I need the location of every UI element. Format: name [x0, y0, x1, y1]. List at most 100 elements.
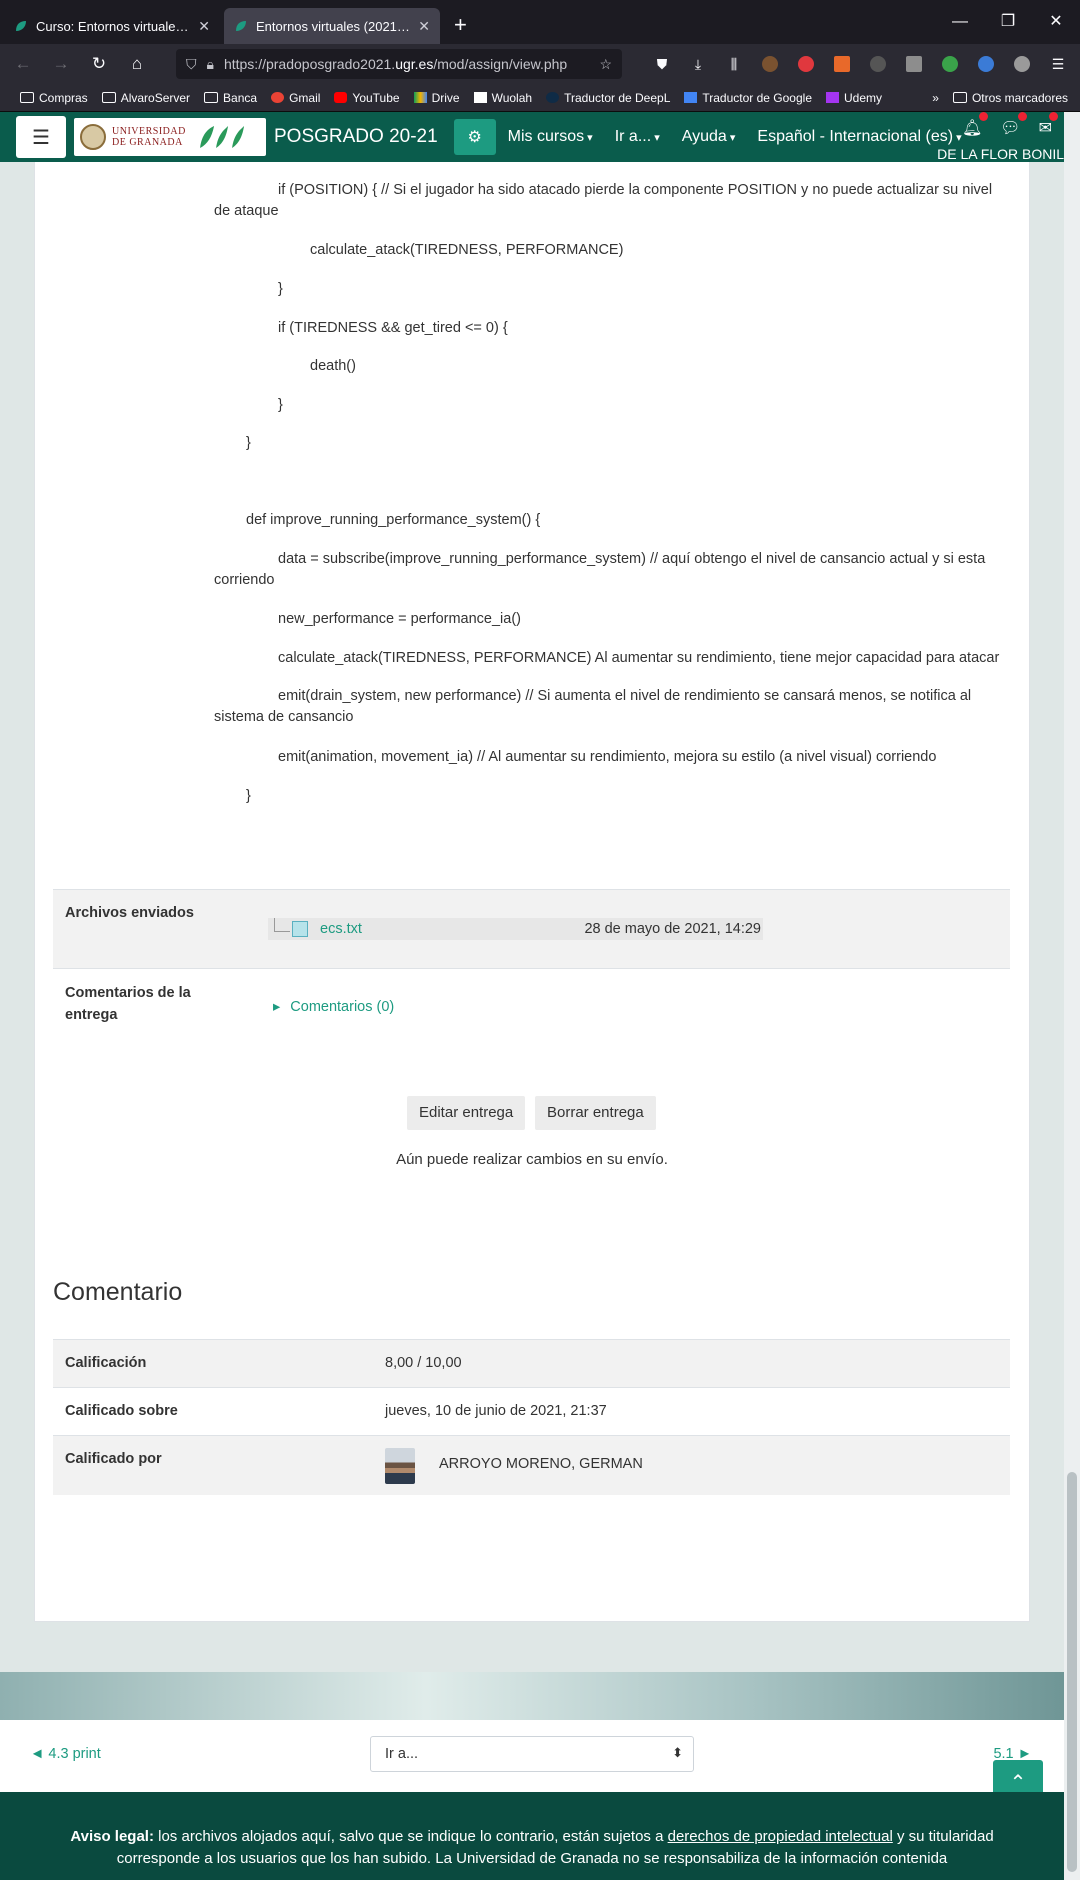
- download-icon[interactable]: ⤓: [682, 49, 714, 79]
- new-tab-icon[interactable]: +: [454, 12, 467, 38]
- comments-toggle-link[interactable]: Comentarios (0): [273, 999, 394, 1015]
- menu-language[interactable]: Español - Internacional (es): [757, 128, 961, 146]
- pocket-icon[interactable]: ⛊: [646, 49, 678, 79]
- browser-tab-bar: Curso: Entornos virtuales - 2021 ✕ Entor…: [0, 0, 1080, 44]
- forward-icon[interactable]: →: [44, 49, 78, 79]
- folder-icon: [101, 92, 116, 103]
- folder-icon: [20, 92, 34, 103]
- prado-logo-icon: [199, 126, 244, 148]
- browser-tab-active[interactable]: Entornos virtuales (2021)-M502 ✕: [224, 8, 440, 44]
- bookmarks-bar: Compras AlvaroServer Banca Gmail YouTube…: [0, 84, 1080, 112]
- bookmark-item[interactable]: Wuolah: [473, 91, 532, 105]
- minimize-icon[interactable]: —: [936, 0, 984, 44]
- submission-note: Aún puede realizar cambios en su envío.: [396, 1151, 668, 1168]
- graded-on-label: Calificado sobre: [65, 1403, 178, 1419]
- messages-icon[interactable]: 💬︎: [1000, 112, 1027, 138]
- graded-on-row: Calificado sobre jueves, 10 de junio de …: [53, 1387, 1010, 1435]
- bookmark-item[interactable]: Traductor de Google: [684, 91, 812, 105]
- gear-icon[interactable]: ⚙: [453, 119, 496, 155]
- menu-help[interactable]: Ayuda: [682, 128, 736, 146]
- bookmark-item[interactable]: Banca: [204, 91, 257, 105]
- extension-icon[interactable]: [754, 49, 786, 79]
- footer-legal: Aviso legal: los archivos alojados aquí,…: [0, 1792, 1064, 1880]
- file-link[interactable]: ecs.txt: [320, 921, 362, 937]
- extension-icon[interactable]: [898, 49, 930, 79]
- site-name[interactable]: POSGRADO 20-21: [274, 126, 438, 148]
- submission-comments-row: Comentarios de la entrega Comentarios (0…: [53, 968, 1010, 1040]
- drive-icon: [413, 92, 427, 103]
- menu-icon[interactable]: ☰: [1042, 49, 1074, 79]
- restore-icon[interactable]: ❐: [984, 0, 1032, 44]
- menu-go-to[interactable]: Ir a...: [615, 128, 660, 146]
- jump-to-select[interactable]: Ir a...: [370, 1736, 694, 1772]
- code-line: emit(animation, movement_ia) // Al aumen…: [278, 749, 937, 765]
- back-icon[interactable]: ←: [6, 49, 40, 79]
- grader-name[interactable]: ARROYO MORENO, GERMAN: [439, 1456, 643, 1472]
- browser-tab[interactable]: Curso: Entornos virtuales - 2021 ✕: [4, 8, 220, 44]
- close-tab-icon[interactable]: ✕: [418, 18, 430, 35]
- extension-icon[interactable]: [934, 49, 966, 79]
- ip-rights-link[interactable]: derechos de propiedad intelectual: [668, 1828, 893, 1845]
- bookmark-item[interactable]: AlvaroServer: [101, 91, 190, 105]
- leaf-icon: [236, 21, 246, 31]
- folder-icon: [952, 92, 967, 103]
- bookmark-item[interactable]: Compras: [20, 91, 88, 105]
- file-entry: ecs.txt 28 de mayo de 2021, 14:29: [268, 918, 763, 940]
- close-tab-icon[interactable]: ✕: [198, 18, 210, 35]
- scrollbar-thumb[interactable]: [1067, 1472, 1077, 1872]
- reload-icon[interactable]: ↻: [82, 49, 116, 79]
- site-header: ☰ UNIVERSIDAD DE GRANADA POSGRADO 20-21 ⚙…: [0, 112, 1064, 162]
- google-icon: [271, 92, 285, 103]
- extension-icon[interactable]: [826, 49, 858, 79]
- delete-submission-button[interactable]: Borrar entrega: [535, 1096, 656, 1130]
- youtube-icon: [334, 92, 348, 103]
- file-date: 28 de mayo de 2021, 14:29: [584, 921, 761, 937]
- university-seal-icon: [80, 124, 106, 150]
- bookmark-item[interactable]: Udemy: [826, 91, 882, 105]
- code-line: }: [246, 435, 251, 451]
- hamburger-menu-button[interactable]: ☰: [16, 116, 66, 158]
- university-logo[interactable]: UNIVERSIDAD DE GRANADA: [74, 118, 266, 156]
- bookmark-star-icon[interactable]: ☆: [599, 56, 612, 73]
- bookmark-item[interactable]: Drive: [413, 91, 460, 105]
- deepl-icon: [546, 92, 560, 103]
- home-icon[interactable]: ⌂: [120, 49, 154, 79]
- edit-submission-button[interactable]: Editar entrega: [407, 1096, 526, 1130]
- extension-icon[interactable]: [862, 49, 894, 79]
- logo-text: UNIVERSIDAD DE GRANADA: [112, 126, 186, 148]
- grade-row: Calificación 8,00 / 10,00: [53, 1339, 1010, 1387]
- grade-value: 8,00 / 10,00: [385, 1355, 462, 1371]
- window-controls: — ❐ ✕: [936, 0, 1080, 44]
- url-text: https://pradoposgrado2021.ugr.es/mod/ass…: [223, 56, 568, 72]
- bookmark-item[interactable]: Traductor de DeepL: [546, 91, 670, 105]
- library-icon[interactable]: ⫼: [718, 49, 750, 79]
- url-bar[interactable]: ⛉ 🔒︎ https://pradoposgrado2021.ugr.es/mo…: [176, 49, 622, 79]
- bookmark-item[interactable]: Gmail: [271, 91, 320, 105]
- activity-navigation: ◄ 4.3 print Ir a... 5.1 ►: [0, 1720, 1064, 1792]
- user-name[interactable]: DE LA FLOR BONIL: [937, 146, 1064, 162]
- more-bookmarks-icon[interactable]: »: [932, 91, 939, 105]
- graded-on-value: jueves, 10 de junio de 2021, 21:37: [385, 1403, 607, 1419]
- adblock-icon[interactable]: [790, 49, 822, 79]
- code-line: }: [278, 281, 283, 297]
- scrollbar[interactable]: [1064, 112, 1080, 1880]
- extension-icon[interactable]: [1006, 49, 1038, 79]
- lock-icon[interactable]: 🔒︎: [207, 56, 214, 73]
- code-line: }: [278, 397, 283, 413]
- code-line: death(): [310, 358, 356, 374]
- mail-icon[interactable]: ✉: [1039, 112, 1058, 138]
- other-bookmarks[interactable]: Otros marcadores: [952, 91, 1068, 105]
- code-line: emit(drain_system, new performance) // S…: [214, 688, 972, 725]
- udemy-icon: [826, 92, 839, 103]
- bookmark-item[interactable]: YouTube: [334, 91, 400, 105]
- toolbar-icons: ⛊ ⤓ ⫼ ☰: [646, 49, 1074, 79]
- leaf-icon: [16, 21, 26, 31]
- menu-my-courses[interactable]: Mis cursos: [508, 128, 593, 146]
- close-window-icon[interactable]: ✕: [1032, 0, 1080, 44]
- extension-icon[interactable]: [970, 49, 1002, 79]
- grader-avatar[interactable]: [385, 1448, 415, 1484]
- code-line: }: [246, 788, 251, 804]
- bell-icon[interactable]: 🔔︎: [962, 112, 989, 138]
- shield-icon[interactable]: ⛉: [186, 56, 197, 73]
- previous-activity-link[interactable]: ◄ 4.3 print: [30, 1746, 101, 1762]
